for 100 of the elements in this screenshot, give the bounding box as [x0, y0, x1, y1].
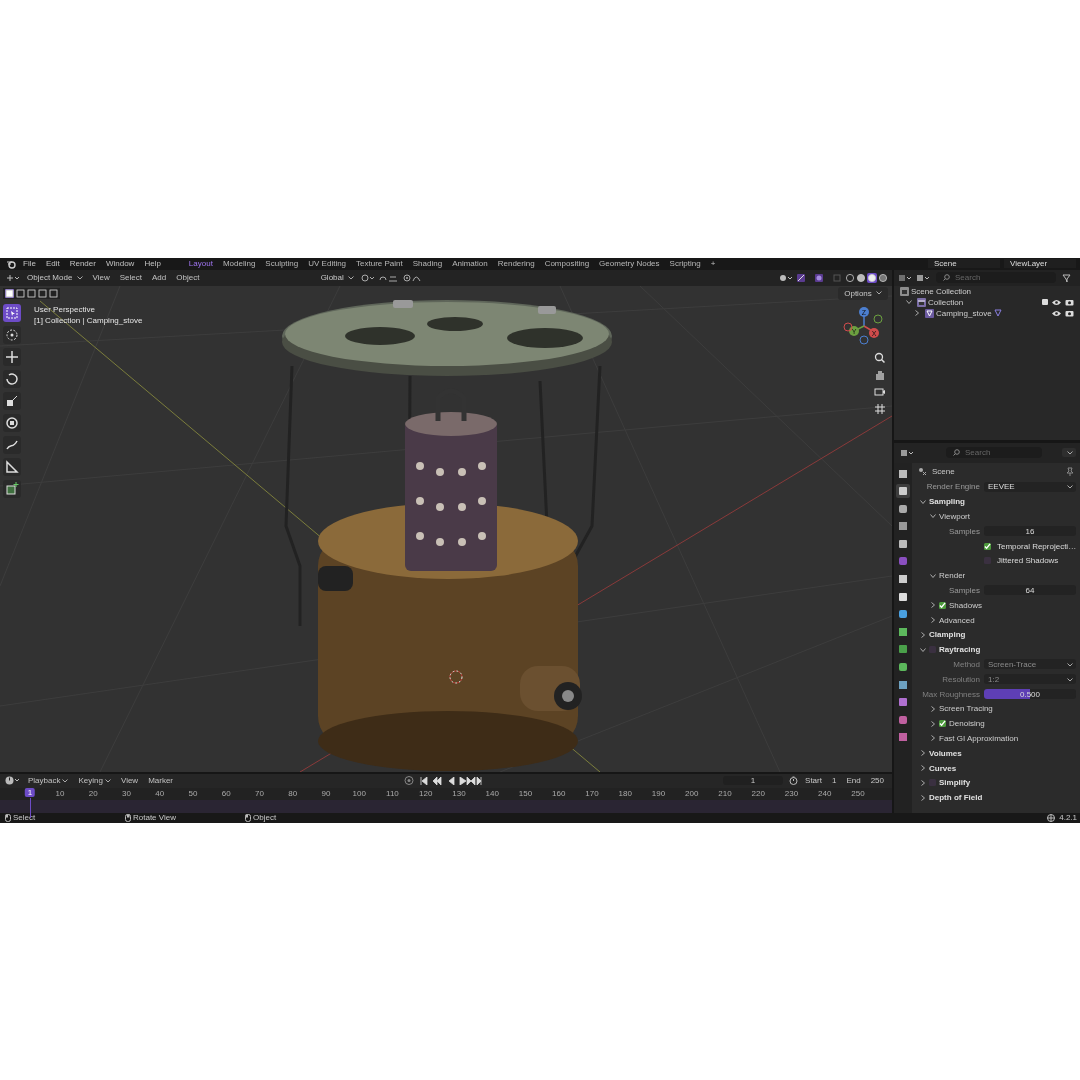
outliner-item[interactable]: Camping_stove [936, 308, 992, 318]
chevron-icon[interactable] [920, 779, 926, 786]
annotate-icon[interactable] [3, 435, 21, 454]
number-field[interactable]: 16 [984, 526, 1076, 537]
workspace-tab[interactable]: Modeling [217, 259, 261, 268]
workspace-tab[interactable]: Layout [183, 259, 218, 268]
panel-header[interactable]: Volumes [929, 748, 962, 758]
panel-header[interactable]: Fast GI Approximation [939, 733, 1019, 743]
rotate-icon[interactable] [3, 369, 21, 388]
checkbox[interactable] [939, 601, 946, 609]
menu-item[interactable]: File [18, 259, 41, 268]
chevron-icon[interactable] [920, 794, 926, 801]
checkbox-label[interactable]: Jittered Shadows [997, 556, 1059, 566]
chevron-icon[interactable] [920, 631, 926, 638]
workspace-tab[interactable]: Texture Paint [351, 259, 408, 268]
move-icon[interactable] [3, 347, 21, 366]
grid-icon[interactable] [874, 402, 886, 415]
menu-item[interactable]: Playback [23, 776, 74, 785]
caret-icon[interactable] [1067, 677, 1073, 682]
chevron-icon[interactable] [920, 765, 926, 772]
editor-type-icon[interactable] [6, 273, 20, 282]
menu-item[interactable]: Marker [143, 776, 179, 785]
caret-icon[interactable] [348, 275, 354, 280]
chevron-icon[interactable] [930, 513, 936, 520]
camera-icon[interactable] [874, 385, 886, 398]
workspace-tab[interactable]: Animation [447, 259, 493, 268]
eye-icon[interactable] [1052, 309, 1061, 317]
auto-keying-icon[interactable] [404, 776, 417, 785]
options-dropdown[interactable] [1062, 448, 1076, 457]
caret-icon[interactable] [62, 778, 69, 783]
menu-item[interactable]: Add [147, 273, 172, 282]
caret-icon[interactable] [876, 291, 882, 296]
panel-header[interactable]: Raytracing [939, 645, 981, 655]
playback-controls[interactable] [420, 776, 483, 785]
workspace-tab[interactable]: Sculpting [260, 259, 304, 268]
pin-icon[interactable] [1066, 466, 1074, 476]
workspace-tab[interactable]: UV Editing [303, 259, 352, 268]
checkbox[interactable] [939, 720, 946, 728]
checkbox[interactable] [984, 542, 991, 550]
panel-header[interactable]: Simplify [939, 778, 971, 788]
panel-header[interactable]: Denoising [949, 719, 985, 729]
menu-item[interactable]: Select [114, 273, 147, 282]
camera-icon[interactable] [1065, 298, 1074, 306]
dropdown[interactable]: EEVEE [984, 481, 1076, 492]
menu-item[interactable]: View [87, 273, 115, 282]
panel-header[interactable]: Viewport [939, 512, 970, 521]
outliner-item[interactable]: Collection [928, 297, 964, 307]
playhead[interactable]: 1 [24, 787, 36, 797]
current-frame-field[interactable]: 1 [723, 776, 784, 785]
select-mode-icon[interactable] [5, 288, 14, 298]
panel-header[interactable]: Render [939, 571, 966, 581]
chevron-icon[interactable] [920, 750, 926, 757]
shading-mode-icon[interactable] [866, 272, 877, 283]
chevron-icon[interactable] [930, 617, 936, 624]
chevron-icon[interactable] [930, 602, 936, 609]
end-frame-field[interactable]: 250 [865, 776, 889, 785]
caret-icon[interactable] [104, 778, 111, 783]
caret-icon[interactable] [1067, 450, 1073, 455]
workspace-tab[interactable]: Rendering [492, 259, 540, 268]
display-mode-icon[interactable] [916, 273, 930, 282]
caret-icon[interactable] [76, 275, 83, 280]
menu-item[interactable]: Render [64, 259, 101, 268]
editor-type-icon[interactable] [900, 448, 914, 457]
menu-item[interactable]: Help [139, 259, 166, 268]
3d-cursor-icon[interactable] [449, 670, 463, 683]
workspace-tab[interactable]: Geometry Nodes [594, 259, 665, 268]
scale-icon[interactable] [3, 391, 21, 410]
chevron-icon[interactable] [930, 720, 936, 727]
stopwatch-icon[interactable] [789, 776, 799, 785]
select-box-icon[interactable] [3, 303, 21, 322]
add-cube-icon[interactable] [3, 479, 21, 498]
blender-logo-icon[interactable] [6, 258, 16, 269]
caret-icon[interactable] [1067, 485, 1073, 490]
chevron-icon[interactable] [920, 646, 926, 653]
menu-item[interactable]: Object [171, 273, 205, 282]
workspace-tab[interactable]: Compositing [539, 259, 595, 268]
panel-header[interactable]: Clamping [929, 630, 966, 640]
scene-selector[interactable]: Scene [928, 259, 1000, 268]
shading-mode-icon[interactable] [877, 272, 888, 283]
add-workspace-button[interactable]: + [705, 259, 721, 268]
panel-header[interactable]: Advanced [939, 615, 975, 625]
cursor-icon[interactable] [3, 325, 21, 344]
menu-item[interactable]: Edit [40, 259, 65, 268]
chevron-icon[interactable] [914, 310, 920, 316]
chevron-icon[interactable] [906, 299, 912, 305]
menu-item[interactable]: Window [100, 259, 140, 268]
caret-icon[interactable] [1067, 662, 1073, 667]
eye-icon[interactable] [1052, 298, 1061, 306]
panel-header[interactable]: Sampling [929, 497, 965, 507]
panel-header[interactable]: Depth of Field [929, 793, 983, 803]
number-field[interactable]: 64 [984, 585, 1076, 596]
chevron-icon[interactable] [930, 735, 936, 742]
outliner-item[interactable]: Scene Collection [911, 286, 972, 296]
panel-header[interactable]: Screen Tracing [939, 704, 993, 714]
options-dropdown[interactable]: Options [838, 286, 888, 300]
visibility-icon[interactable] [779, 273, 793, 282]
menu-item[interactable]: View [115, 776, 144, 785]
transform-icon[interactable] [3, 413, 21, 432]
menu-item[interactable]: Keying [73, 776, 116, 785]
camera-icon[interactable] [1065, 309, 1074, 317]
